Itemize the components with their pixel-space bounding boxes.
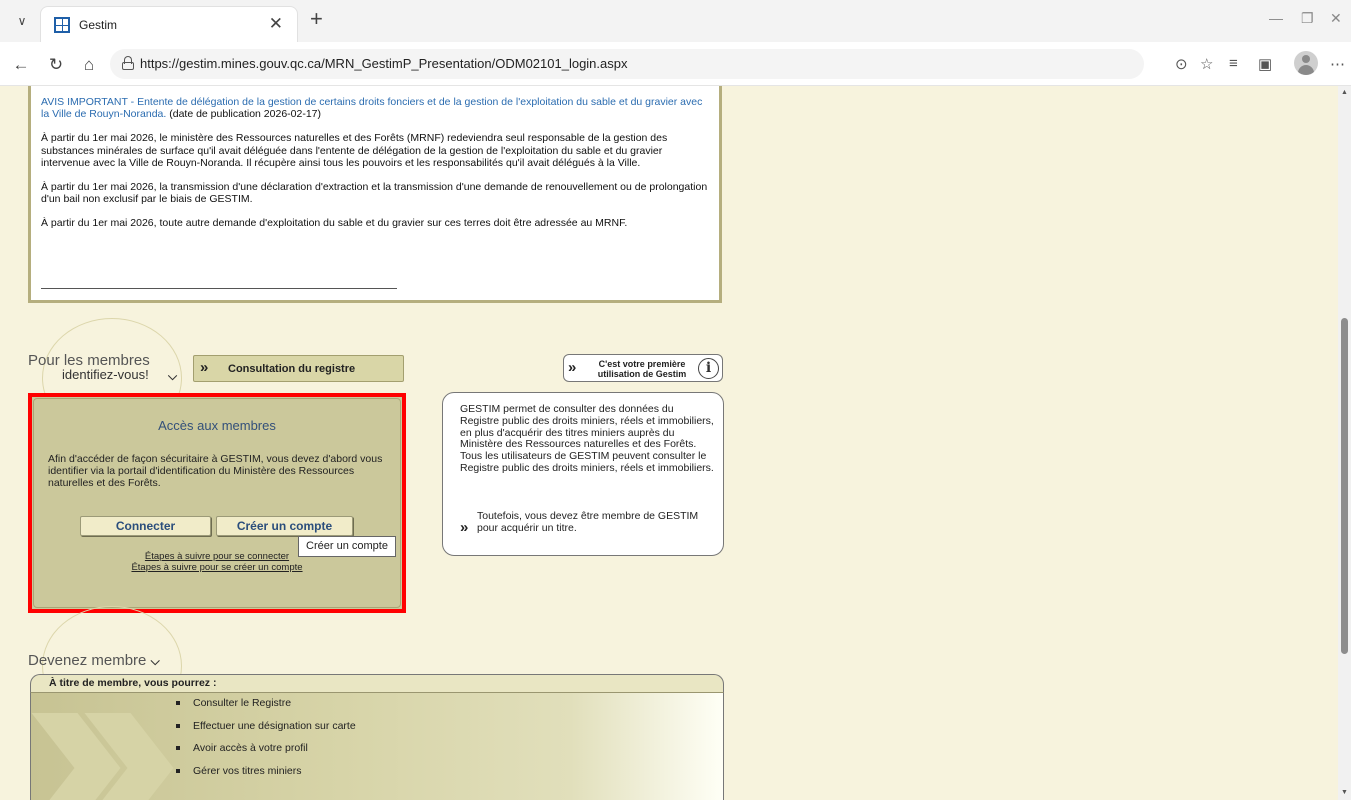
info-icon: i (698, 358, 719, 379)
window-close-icon[interactable]: ✕ (1330, 10, 1342, 27)
collections-icon[interactable]: ▣ (1258, 55, 1272, 73)
back-icon[interactable]: ← (10, 54, 32, 76)
favorites-list-icon[interactable]: ≡ (1229, 55, 1238, 72)
list-item: Gérer vos titres miniers (176, 764, 356, 787)
more-menu-icon[interactable]: ⋯ (1330, 55, 1345, 73)
acces-description: Afin d'accéder de façon sécuritaire à GE… (48, 453, 383, 489)
double-chevron-down-icon: ⌵ (150, 654, 160, 668)
lock-icon[interactable] (122, 56, 134, 70)
reader-icon[interactable]: ⊙ (1175, 55, 1188, 73)
create-account-tooltip: Créer un compte (298, 536, 396, 557)
membership-benefits-panel: Consulter le Registre Effectuer une dési… (30, 692, 724, 800)
notice-paragraph-2: À partir du 1er mai 2026, la transmissio… (41, 181, 708, 206)
consultation-registre-button[interactable]: » Consultation du registre (193, 355, 404, 382)
notice-paragraph-1: À partir du 1er mai 2026, le ministère d… (41, 132, 668, 169)
url-field[interactable]: https://gestim.mines.gouv.qc.ca/MRN_Gest… (110, 49, 1144, 79)
list-item: Avoir accès à votre profil (176, 741, 356, 764)
gestim-description: GESTIM permet de consulter des données d… (460, 403, 714, 474)
notice-paragraph-3: À partir du 1er mai 2026, toute autre de… (41, 217, 628, 230)
list-item: Effectuer une désignation sur carte (176, 719, 356, 742)
refresh-icon[interactable]: ↻ (45, 54, 67, 76)
scroll-down-icon[interactable]: ▼ (1341, 789, 1348, 796)
connect-button[interactable]: Connecter (80, 516, 211, 536)
tab-gestim[interactable]: Gestim ✕ (40, 6, 298, 42)
favorite-star-icon[interactable]: ☆ (1200, 55, 1213, 73)
membership-note: Toutefois, vous devez être membre de GES… (477, 510, 699, 534)
decorative-chevron (106, 713, 152, 800)
url-text: https://gestim.mines.gouv.qc.ca/MRN_Gest… (140, 56, 628, 71)
avis-date: (date de publication 2026-02-17) (169, 108, 322, 121)
tab-list-dropdown-icon[interactable]: ∨ (10, 10, 34, 32)
create-account-button[interactable]: Créer un compte (216, 516, 353, 536)
tab-close-icon[interactable]: ✕ (269, 14, 283, 34)
benefit-list: Consulter le Registre Effectuer une dési… (176, 696, 356, 786)
notice-divider (41, 288, 397, 289)
address-bar: ← ↻ ⌂ https://gestim.mines.gouv.qc.ca/MR… (0, 42, 1351, 86)
first-use-button[interactable]: » C'est votre première utilisation de Ge… (563, 354, 723, 382)
devenez-membre-label: Devenez membre (28, 652, 147, 669)
double-chevron-down-icon: ⌵ (168, 369, 178, 383)
decorative-chevron (53, 713, 99, 800)
home-icon[interactable]: ⌂ (78, 54, 100, 76)
page-scrollbar[interactable]: ▲ ▼ (1338, 86, 1351, 800)
gestim-favicon-icon (54, 17, 70, 33)
member-access-panel: Accès aux membres Afin d'accéder de faço… (28, 393, 406, 613)
scroll-thumb[interactable] (1341, 318, 1348, 654)
acces-membres-title: Accès aux membres (158, 418, 276, 433)
devenez-membre-title: Devenez membre ⌵ (28, 652, 160, 669)
double-chevron-right-icon: » (200, 359, 209, 376)
scroll-up-icon[interactable]: ▲ (1341, 89, 1348, 96)
page-content: AVIS IMPORTANT - Entente de délégation d… (0, 86, 1338, 800)
steps-create-link[interactable]: Étapes à suivre pour se créer un compte (32, 562, 402, 573)
minimize-icon[interactable]: — (1269, 10, 1283, 26)
new-tab-icon[interactable]: + (310, 6, 323, 32)
membership-benefits-label: À titre de membre, vous pourrez : (49, 677, 217, 689)
restore-icon[interactable]: ❐ (1301, 10, 1314, 27)
profile-avatar[interactable] (1294, 51, 1318, 75)
identifiez-vous-label: identifiez-vous! (62, 367, 149, 382)
consultation-label: Consultation du registre (228, 363, 356, 375)
double-chevron-right-icon: » (460, 519, 469, 536)
important-notice: AVIS IMPORTANT - Entente de délégation d… (28, 86, 722, 303)
double-chevron-right-icon: » (568, 359, 577, 376)
gestim-info-box: GESTIM permet de consulter des données d… (442, 392, 724, 556)
avis-link[interactable]: AVIS IMPORTANT - Entente de délégation d… (41, 96, 702, 120)
tab-bar: ∨ Gestim ✕ + — ❐ ✕ (0, 0, 1351, 42)
first-use-label: C'est votre première utilisation de Gest… (597, 359, 687, 379)
list-item: Consulter le Registre (176, 696, 356, 719)
tab-title: Gestim (79, 18, 118, 32)
membership-benefits-header: À titre de membre, vous pourrez : (30, 674, 724, 692)
